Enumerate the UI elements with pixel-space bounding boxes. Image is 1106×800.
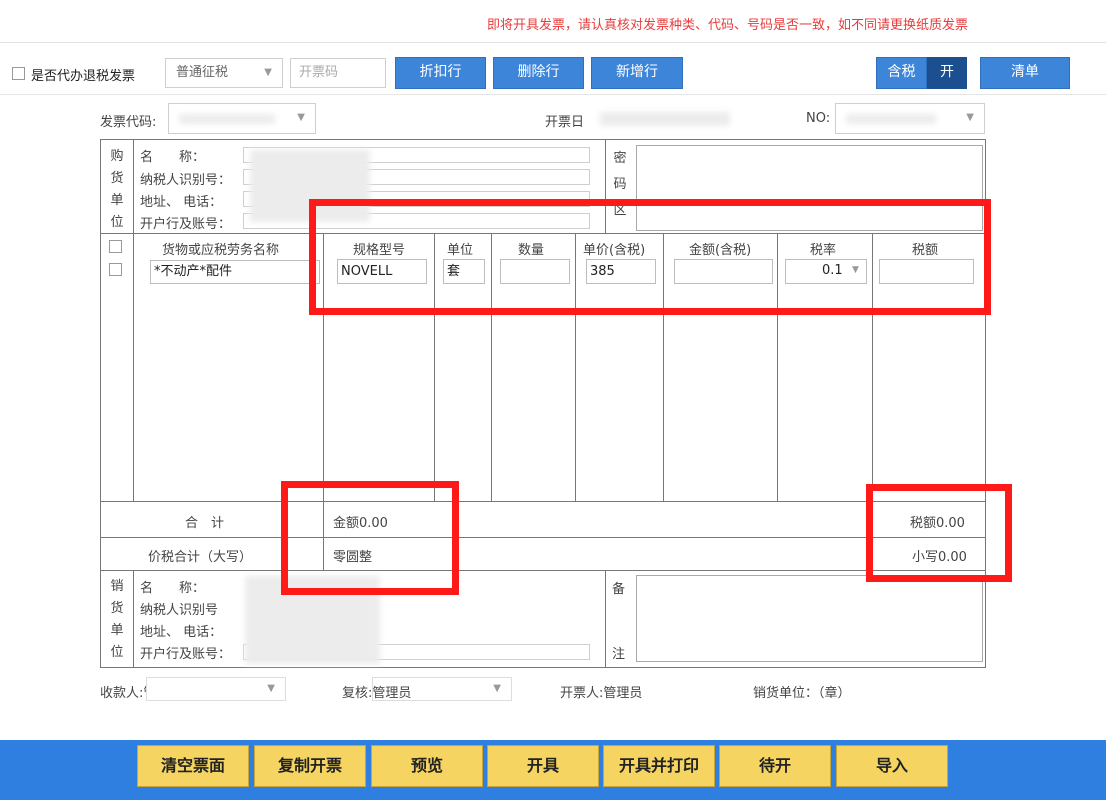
agent-refund-checkbox[interactable]: [12, 67, 25, 80]
remark-label-top: 备: [612, 582, 626, 597]
totals-mid-line: [100, 537, 986, 538]
chevron-down-icon: ▼: [264, 67, 272, 78]
sum-label: 合 计: [185, 516, 225, 531]
preview-button[interactable]: 预览: [371, 745, 483, 787]
issue-and-print-button[interactable]: 开具并打印: [603, 745, 715, 787]
tax-mode-value: 普通征税: [176, 65, 229, 80]
remark-divider: [605, 570, 606, 668]
seller-side-divider: [133, 570, 134, 668]
buyer-side-label: 购货单位: [110, 149, 124, 230]
seller-address-label: 地址、 电话：: [140, 625, 223, 640]
row-checkbox[interactable]: [109, 263, 122, 276]
invoice-code-input[interactable]: 开票码: [290, 58, 386, 88]
tax-included-label: 含税: [876, 57, 927, 89]
highlight-box-amount: [281, 481, 459, 595]
drawer-label: 开票人:管理员: [560, 686, 643, 701]
clear-form-button[interactable]: 清空票面: [137, 745, 249, 787]
toolbar-divider: [0, 42, 1106, 43]
seller-side-label: 销货单位: [110, 579, 124, 660]
invoice-number-select[interactable]: ▼: [835, 103, 985, 134]
add-row-button[interactable]: 新增行: [591, 57, 683, 89]
pending-button[interactable]: 待开: [719, 745, 831, 787]
payee-select[interactable]: ▼: [146, 677, 286, 701]
item-name-input[interactable]: *不动产*配件: [150, 260, 320, 284]
header-divider: [0, 94, 1106, 95]
delete-row-button[interactable]: 删除行: [493, 57, 584, 89]
invoice-code-placeholder: 开票码: [299, 65, 339, 80]
chevron-down-icon: ▼: [267, 683, 275, 694]
tax-mode-select[interactable]: 普通征税 ▼: [165, 58, 283, 88]
buyer-taxid-label: 纳税人识别号：: [140, 173, 232, 188]
buyer-bank-label: 开户行及账号：: [140, 217, 232, 232]
warning-text: 即将开具发票，请认真核对发票种类、代码、号码是否一致，如不同请更换纸质发票: [487, 18, 969, 33]
reviewer-select[interactable]: ▼: [372, 677, 512, 701]
seller-taxid-label: 纳税人识别号: [140, 603, 219, 618]
side-divider: [133, 139, 134, 501]
col-header-name: 货物或应税劳务名称: [162, 243, 280, 258]
invoice-code-select[interactable]: ▼: [168, 103, 316, 134]
remark-textarea[interactable]: [636, 575, 983, 662]
invoice-number-value: [846, 114, 936, 124]
invoice-code-label: 发票代码:: [100, 115, 157, 130]
issue-button[interactable]: 开具: [487, 745, 599, 787]
invoice-code-value: [179, 114, 275, 124]
chevron-down-icon: ▼: [297, 112, 305, 123]
highlight-box-tax: [866, 484, 1012, 582]
date-value: [600, 112, 730, 126]
import-button[interactable]: 导入: [836, 745, 948, 787]
totals-bottom-line: [100, 570, 986, 571]
list-button[interactable]: 清单: [980, 57, 1070, 89]
buyer-address-label: 地址、 电话：: [140, 195, 223, 210]
agent-refund-label: 是否代办退税发票: [31, 69, 136, 84]
chevron-down-icon: ▼: [493, 683, 501, 694]
buyer-name-label: 名 称：: [140, 150, 206, 165]
date-label: 开票日: [545, 115, 585, 130]
number-label: NO:: [806, 111, 831, 126]
seller-name-label: 名 称：: [140, 581, 206, 596]
discount-row-button[interactable]: 折扣行: [395, 57, 486, 89]
chevron-down-icon: ▼: [966, 112, 974, 123]
tax-included-toggle[interactable]: 开: [927, 57, 967, 89]
remark-label-bottom: 注: [612, 647, 626, 662]
select-all-checkbox[interactable]: [109, 240, 122, 253]
copy-invoice-button[interactable]: 复制开票: [254, 745, 366, 787]
seller-unit-label: 销货单位：（章）: [753, 686, 851, 701]
total-big-label: 价税合计（大写）: [148, 550, 253, 565]
highlight-box-spec-columns: [309, 199, 991, 315]
seller-bank-label: 开户行及账号：: [140, 647, 232, 662]
totals-top-line: [100, 501, 986, 502]
